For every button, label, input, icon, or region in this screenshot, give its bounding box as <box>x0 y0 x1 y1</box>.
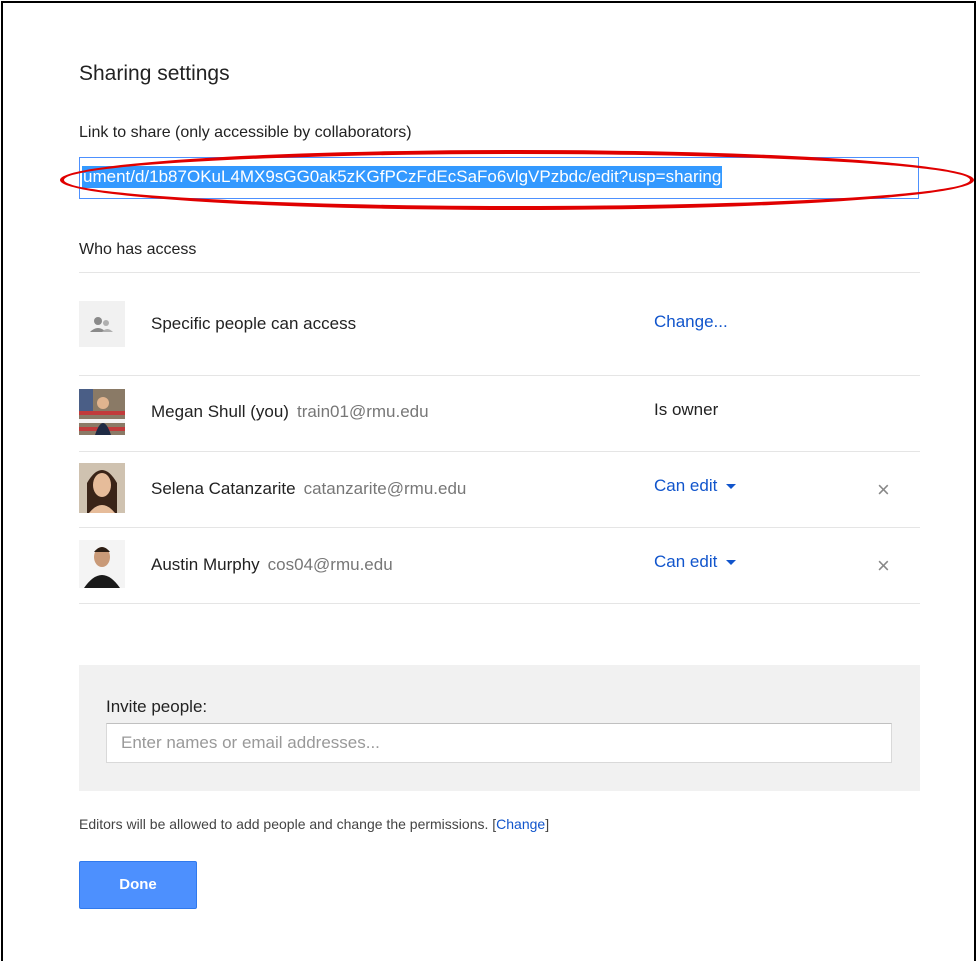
person-email: cos04@rmu.edu <box>267 555 393 574</box>
person-email: catanzarite@rmu.edu <box>303 479 467 498</box>
general-access-row: Specific people can access Change... <box>79 288 920 363</box>
person-name-1: Megan Shull (you) train01@rmu.edu <box>151 402 429 422</box>
permissions-change-link[interactable]: Change <box>496 816 545 832</box>
share-link-field[interactable]: ument/d/1b87OKuL4MX9sGG0ak5zKGfPCzFdEcSa… <box>79 157 919 199</box>
person-name-3: Austin Murphy cos04@rmu.edu <box>151 555 393 575</box>
close-icon[interactable]: × <box>877 553 890 579</box>
change-access-link[interactable]: Change... <box>654 312 728 332</box>
done-button[interactable]: Done <box>79 861 197 909</box>
share-link-text[interactable]: ument/d/1b87OKuL4MX9sGG0ak5zKGfPCzFdEcSa… <box>82 166 723 188</box>
dialog-title: Sharing settings <box>79 62 230 85</box>
divider <box>79 603 920 604</box>
person-row-owner: Megan Shull (you) train01@rmu.edu Is owne… <box>79 376 920 451</box>
permissions-note-text: Editors will be allowed to add people an… <box>79 816 489 832</box>
person-name: Austin Murphy <box>151 555 260 574</box>
general-access-label: Specific people can access <box>151 314 357 333</box>
role-label-owner: Is owner <box>654 400 719 419</box>
permissions-note: Editors will be allowed to add people an… <box>79 816 550 832</box>
link-label: Link to share (only accessible by collab… <box>79 124 412 141</box>
role-label[interactable]: Can edit <box>654 476 717 495</box>
avatar <box>79 540 125 588</box>
person-row-3: Austin Murphy cos04@rmu.edu Can edit × <box>79 528 920 603</box>
person-name: Megan Shull (you) <box>151 402 289 421</box>
person-email: train01@rmu.edu <box>296 402 429 421</box>
role-dropdown-2[interactable]: Can edit <box>654 476 737 496</box>
role-dropdown-3[interactable]: Can edit <box>654 552 737 572</box>
person-name: Selena Catanzarite <box>151 479 296 498</box>
avatar <box>79 389 125 435</box>
who-has-access-heading: Who has access <box>79 241 197 258</box>
invite-input[interactable] <box>106 723 892 763</box>
role-label[interactable]: Can edit <box>654 552 717 571</box>
invite-panel: Invite people: <box>79 665 920 791</box>
people-icon <box>79 301 125 347</box>
close-icon[interactable]: × <box>877 477 890 503</box>
caret-down-icon[interactable] <box>726 484 737 490</box>
invite-label: Invite people: <box>106 697 208 716</box>
person-row-2: Selena Catanzarite catanzarite@rmu.edu Ca… <box>79 452 920 527</box>
avatar <box>79 463 125 513</box>
caret-down-icon[interactable] <box>726 560 737 566</box>
person-name-2: Selena Catanzarite catanzarite@rmu.edu <box>151 479 466 499</box>
divider <box>79 272 920 273</box>
